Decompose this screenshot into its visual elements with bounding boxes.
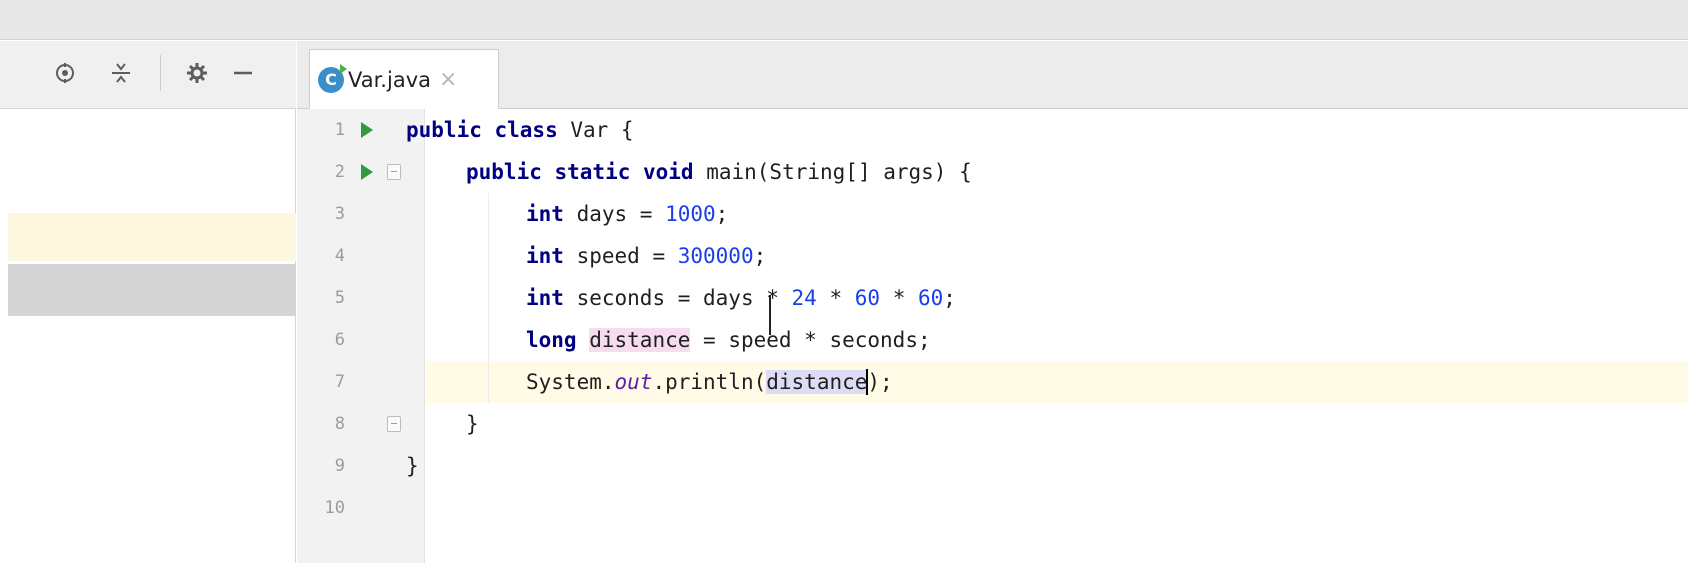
editor-gutter: 1 2 3 4 5 6 7 8 9 10 <box>297 109 425 563</box>
code-editor[interactable]: public class Var { public static void ma… <box>406 109 1688 563</box>
code-text: } <box>466 412 479 436</box>
project-tree-row-highlighted[interactable] <box>8 213 296 261</box>
code-text: Var { <box>557 118 634 142</box>
crosshair-icon[interactable] <box>48 56 82 90</box>
number-literal: 60 <box>917 286 944 310</box>
tab-filename: Var.java <box>348 67 431 92</box>
code-line-5: int seconds = days * 24 * 60 * 60; <box>526 277 956 319</box>
code-text: ); <box>867 370 893 394</box>
code-line-6: long distance = speed * seconds; <box>526 319 931 361</box>
tab-var-java[interactable]: C Var.java × <box>309 49 499 109</box>
project-toolbar <box>0 41 296 109</box>
fold-icon[interactable] <box>387 164 401 180</box>
line-number: 1 <box>334 120 345 140</box>
title-strip <box>0 0 1688 40</box>
static-field: out <box>614 370 653 394</box>
code-text: .println( <box>652 370 767 394</box>
toolbar-separator <box>160 55 161 91</box>
line-number: 10 <box>324 498 345 518</box>
editor-tab-bar: C Var.java × <box>297 41 1688 109</box>
number-literal: 300000 <box>677 244 754 268</box>
code-line-1: public class Var { <box>406 109 634 151</box>
code-text: ; <box>715 202 729 226</box>
code-line-9: } <box>406 445 419 487</box>
code-text: } <box>406 454 419 478</box>
indent-guide <box>488 193 489 403</box>
code-text: * <box>880 286 918 310</box>
minimize-icon[interactable] <box>226 56 260 90</box>
number-literal: 1000 <box>665 202 716 226</box>
collapse-all-icon[interactable] <box>104 56 138 90</box>
code-text: ; <box>753 244 767 268</box>
code-line-8: } <box>466 403 479 445</box>
line-number: 4 <box>334 246 345 266</box>
fold-icon[interactable] <box>387 416 401 432</box>
run-icon[interactable] <box>361 164 373 180</box>
keyword: public static void <box>466 160 694 184</box>
gear-icon[interactable] <box>180 56 214 90</box>
line-number: 9 <box>334 456 345 476</box>
project-panel <box>0 41 296 563</box>
code-text: main(String[] args) { <box>693 160 972 184</box>
code-text: = speed * seconds; <box>690 328 931 352</box>
code-line-7: System. out .println(distance); <box>526 361 893 403</box>
project-tree-row-selected[interactable] <box>8 264 296 316</box>
keyword: long <box>526 328 577 352</box>
line-number: 2 <box>334 162 345 182</box>
close-icon[interactable]: × <box>439 67 457 92</box>
variable-highlight: distance <box>589 328 691 352</box>
code-text: * <box>816 286 855 310</box>
number-literal: 60 <box>854 286 881 310</box>
code-text: speed = <box>563 244 678 268</box>
keyword: int <box>526 202 564 226</box>
java-class-icon: C <box>318 63 347 93</box>
code-text: System. <box>526 370 615 394</box>
line-number: 8 <box>334 414 345 434</box>
keyword: public class <box>406 118 558 142</box>
line-number: 6 <box>334 330 345 350</box>
keyword: int <box>526 244 564 268</box>
line-number: 5 <box>334 288 345 308</box>
line-number: 3 <box>334 204 345 224</box>
number-literal: 24 <box>791 286 817 310</box>
run-icon[interactable] <box>361 122 373 138</box>
ibeam-cursor-icon <box>769 295 771 335</box>
keyword: int <box>526 286 564 310</box>
code-line-3: int days = 1000; <box>526 193 728 235</box>
code-line-2: public static void main(String[] args) { <box>466 151 972 193</box>
code-text: seconds = days * <box>563 286 792 310</box>
code-line-4: int speed = 300000; <box>526 235 766 277</box>
code-text: ; <box>943 286 956 310</box>
code-text: days = <box>563 202 666 226</box>
line-number: 7 <box>334 372 345 392</box>
variable-usage-highlight: distance <box>766 370 868 394</box>
